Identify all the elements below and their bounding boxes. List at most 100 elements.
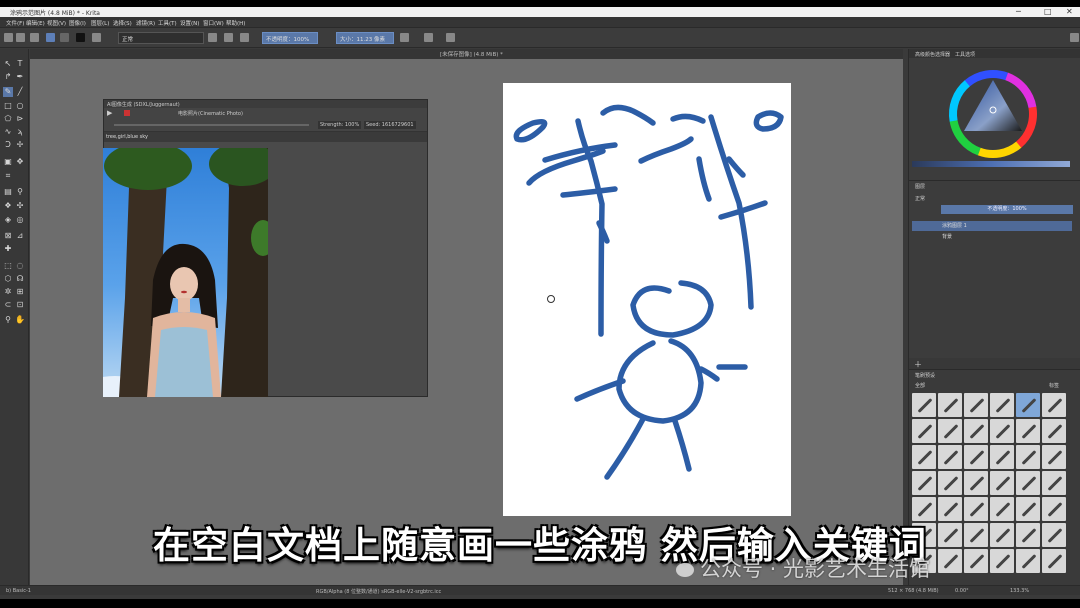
brush-preset[interactable] <box>912 393 936 417</box>
enclose-fill-icon[interactable]: ◎ <box>15 215 25 225</box>
reload-icon[interactable] <box>240 33 249 42</box>
brushes-tag[interactable]: 标签 <box>1049 382 1059 389</box>
brush-preset[interactable] <box>1042 471 1066 495</box>
polygon-select-icon[interactable]: ⬡ <box>3 274 13 284</box>
line-tool-icon[interactable]: ╱ <box>15 87 25 97</box>
brush-preset[interactable] <box>912 419 936 443</box>
layer-row[interactable]: 背景 <box>912 232 1072 242</box>
brush-preset[interactable] <box>938 445 962 469</box>
bezier-tool-icon[interactable]: ∿ <box>3 127 13 137</box>
brush-preset[interactable] <box>964 419 988 443</box>
alpha-lock-icon[interactable] <box>224 33 233 42</box>
select-shapes-icon[interactable]: ↖ <box>3 59 13 69</box>
fill-tool-icon[interactable]: ◈ <box>3 215 13 225</box>
smart-patch-icon[interactable]: ✣ <box>15 201 25 211</box>
gradient-tool-icon[interactable]: ▤ <box>3 187 13 197</box>
colorize-mask-icon[interactable]: ❖ <box>3 201 13 211</box>
brush-preset[interactable] <box>1016 393 1040 417</box>
prompt-area[interactable]: tree,girl,blue sky <box>104 132 427 142</box>
strength-field[interactable]: Strength: 100% <box>318 121 362 129</box>
measure-tool-icon[interactable]: ⊿ <box>15 231 25 241</box>
brushes-filter[interactable]: 全部 <box>915 382 925 389</box>
reference-tool-icon[interactable]: ✚ <box>3 244 13 254</box>
tab-tool-options[interactable]: 工具选项 <box>955 51 975 58</box>
strength-track[interactable] <box>114 124 309 126</box>
brush-preset[interactable] <box>990 393 1014 417</box>
brush-preset[interactable] <box>1016 445 1040 469</box>
brush-preset[interactable] <box>964 445 988 469</box>
brush-preset[interactable] <box>964 393 988 417</box>
minimize-icon[interactable]: ─ <box>1016 7 1021 16</box>
brush-preset[interactable] <box>912 471 936 495</box>
brush-preset[interactable] <box>1042 419 1066 443</box>
menu-image[interactable]: 图像(I) <box>69 19 86 27</box>
layers-filter[interactable]: 正常 <box>915 195 925 202</box>
layer-row[interactable]: 涂鸦图层 1 <box>912 221 1072 231</box>
menu-file[interactable]: 文件(F) <box>6 19 24 27</box>
similar-select-icon[interactable]: ⊞ <box>15 287 25 297</box>
polyline-tool-icon[interactable]: ⊳ <box>15 114 25 124</box>
brush-preset[interactable] <box>938 419 962 443</box>
generated-image-preview[interactable] <box>103 148 268 397</box>
freehand-select-icon[interactable]: ☊ <box>15 274 25 284</box>
save-icon[interactable] <box>30 33 39 42</box>
foreground-color-icon[interactable] <box>76 33 85 42</box>
menu-view[interactable]: 视图(V) <box>47 19 66 27</box>
move-tool-icon[interactable]: ✥ <box>15 157 25 167</box>
dynamic-brush-icon[interactable]: Ↄ <box>3 140 13 150</box>
brush-preset[interactable] <box>938 471 962 495</box>
brush-preset[interactable] <box>938 393 962 417</box>
brush-preset[interactable] <box>1042 445 1066 469</box>
document-tab[interactable]: [未保存图像] (4.8 MiB) * <box>440 50 503 58</box>
eraser-icon[interactable] <box>208 33 217 42</box>
freehand-brush-icon[interactable]: ✎ <box>3 87 13 97</box>
stop-icon[interactable] <box>124 110 130 116</box>
menu-edit[interactable]: 编辑(E) <box>26 19 45 27</box>
contiguous-select-icon[interactable]: ✲ <box>3 287 13 297</box>
brush-preset[interactable] <box>990 471 1014 495</box>
rectangle-tool-icon[interactable]: □ <box>3 101 13 111</box>
opacity-slider[interactable]: 不透明度：100% <box>262 32 318 44</box>
ellipse-select-icon[interactable]: ◌ <box>15 261 25 271</box>
menu-help[interactable]: 帮助(H) <box>226 19 245 27</box>
wrap-icon[interactable] <box>424 33 433 42</box>
layer-opacity-slider[interactable]: 不透明度：100% <box>941 205 1073 214</box>
size-slider[interactable]: 大小：11.23 像素 <box>336 32 394 44</box>
brush-preset[interactable] <box>964 471 988 495</box>
bezier-select-icon[interactable]: ⊂ <box>3 300 13 310</box>
crop-icon[interactable] <box>446 33 455 42</box>
gradient-icon[interactable] <box>46 33 55 42</box>
color-history-strip[interactable] <box>912 161 1070 167</box>
menu-select[interactable]: 选择(S) <box>113 19 132 27</box>
close-icon[interactable]: ✕ <box>1066 7 1073 16</box>
menu-settings[interactable]: 设置(N) <box>180 19 199 27</box>
assistant-tool-icon[interactable]: ⊠ <box>3 231 13 241</box>
brush-preset[interactable] <box>1016 471 1040 495</box>
brush-preset[interactable] <box>1042 393 1066 417</box>
zoom-tool-icon[interactable]: ⚲ <box>3 315 13 325</box>
style-select[interactable]: 电影照片(Cinematic Photo) <box>178 110 243 117</box>
prompt-input[interactable]: tree,girl,blue sky <box>106 134 148 140</box>
brush-preset[interactable] <box>990 445 1014 469</box>
menu-window[interactable]: 窗口(W) <box>203 19 224 27</box>
magnetic-select-icon[interactable]: ⊡ <box>15 300 25 310</box>
color-picker-icon[interactable]: ⚲ <box>15 187 25 197</box>
generate-icon[interactable]: ▶ <box>107 109 112 117</box>
brush-preset-icon[interactable] <box>92 33 101 42</box>
calligraphy-icon[interactable]: ✒ <box>15 72 25 82</box>
menu-filter[interactable]: 滤镜(R) <box>136 19 155 27</box>
tab-advanced-color[interactable]: 高级颜色选择器 <box>915 51 950 58</box>
toggle-docker-icon[interactable] <box>1070 33 1079 42</box>
open-file-icon[interactable] <box>16 33 25 42</box>
mirror-icon[interactable] <box>400 33 409 42</box>
brush-preset[interactable] <box>912 445 936 469</box>
menu-layer[interactable]: 图层(L) <box>91 19 109 27</box>
multibrush-icon[interactable]: ✢ <box>15 140 25 150</box>
pattern-icon[interactable] <box>60 33 69 42</box>
text-tool-icon[interactable]: T <box>15 59 25 69</box>
maximize-icon[interactable]: □ <box>1044 7 1052 16</box>
brush-preset[interactable] <box>990 419 1014 443</box>
edit-shapes-icon[interactable]: ↱ <box>3 72 13 82</box>
crop-tool-icon[interactable]: ⌗ <box>3 171 13 181</box>
pan-tool-icon[interactable]: ✋ <box>15 315 25 325</box>
